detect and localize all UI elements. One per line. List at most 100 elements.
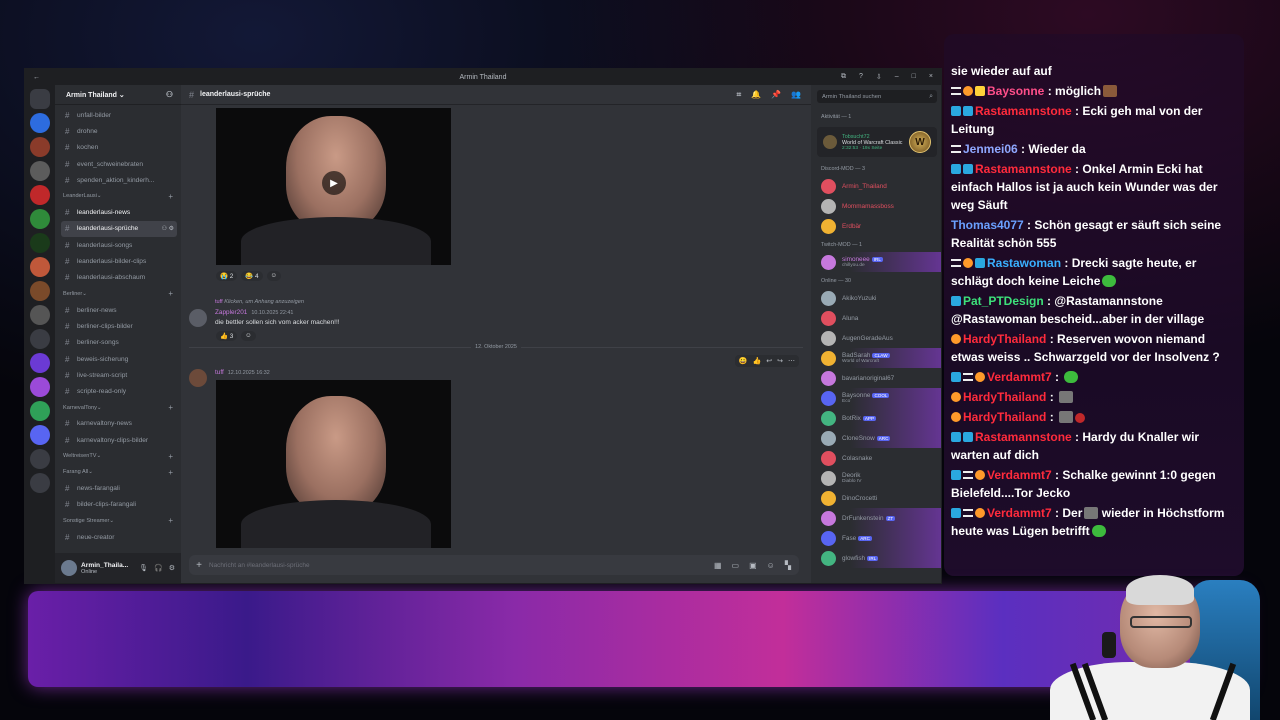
add-channel-icon[interactable]: + — [168, 452, 173, 461]
channel-kochen[interactable]: # kochen — [61, 140, 177, 156]
member-item[interactable]: DinoCrocetti — [811, 488, 941, 508]
server-8-icon[interactable] — [30, 281, 50, 301]
server-2-icon[interactable] — [30, 137, 50, 157]
mic-icon[interactable]: 🎙 — [139, 564, 148, 572]
chat-username[interactable]: Pat_PTDesign — [963, 294, 1044, 308]
member-item[interactable]: simoneee IRL chillyou.de — [811, 252, 941, 272]
channel-settings-icon[interactable]: ⚇ ⚙ — [162, 225, 174, 232]
channel-live-stream-script[interactable]: # live-stream-script — [61, 367, 177, 383]
chat-username[interactable]: HardyThailand — [963, 332, 1046, 346]
channel-spenden-aktion-kinderh-[interactable]: # spenden_aktion_kinderh... — [61, 172, 177, 188]
chat-username[interactable]: Rastawoman — [987, 256, 1061, 270]
member-item[interactable]: DrFunkenstein ZT — [811, 508, 941, 528]
chat-username[interactable]: Verdammt7 — [987, 506, 1052, 520]
gift-icon[interactable]: ▦ — [714, 561, 722, 570]
reaction-chip[interactable]: 👍 3 — [216, 331, 238, 341]
category-berliner[interactable]: Berliner ⌄ + — [61, 286, 177, 302]
apps-icon[interactable]: ▚ — [785, 561, 791, 570]
reply-user[interactable]: tuff — [215, 299, 223, 305]
message-input[interactable]: Nachricht an #leanderlausi-sprüche — [209, 562, 310, 569]
add-channel-icon[interactable]: + — [168, 289, 173, 298]
invite-icon[interactable]: ⚇ — [166, 90, 173, 99]
chat-username[interactable]: Jenmei06 — [963, 142, 1018, 156]
channel-leanderlausi-bilder-clips[interactable]: # leanderlausi-bilder-clips — [61, 253, 177, 269]
member-item[interactable]: Colasnake — [811, 448, 941, 468]
forward-icon[interactable]: ↪ — [777, 357, 783, 365]
channel-leanderlausi-abschaum[interactable]: # leanderlausi-abschaum — [61, 270, 177, 286]
channel-news-farangali[interactable]: # news-farangali — [61, 480, 177, 496]
channel-leanderlausi-news[interactable]: # leanderlausi-news — [61, 204, 177, 220]
channel-karnevaltony-clips-bilder[interactable]: # karnevaltony-clips-bilder — [61, 432, 177, 448]
activity-card[interactable]: Tobsucht72 World of Warcraft Classic 2:3… — [817, 127, 937, 157]
pin-icon[interactable]: 📌 — [771, 90, 781, 100]
channel-karnevaltony-news[interactable]: # karnevaltony-news — [61, 416, 177, 432]
add-channel-icon[interactable]: + — [168, 468, 173, 477]
channel-bilder-clips-farangali[interactable]: # bilder-clips-farangali — [61, 497, 177, 513]
member-item[interactable]: glowfish IRL — [811, 548, 941, 568]
reaction-chip[interactable]: 😂 4 — [241, 271, 263, 281]
channel-unfall-bilder[interactable]: # unfall-bilder — [61, 107, 177, 123]
channel-berliner-clips-bilder[interactable]: # berliner-clips-bilder — [61, 318, 177, 334]
chat-username[interactable]: Rastamannstone — [975, 104, 1072, 118]
channel-scripte-read-only[interactable]: # scripte-read-only — [61, 383, 177, 399]
member-item[interactable]: Fase ARC — [811, 528, 941, 548]
reaction-chip[interactable]: ☺ — [241, 331, 256, 341]
server-5-icon[interactable] — [30, 209, 50, 229]
channel-neue-creator[interactable]: # neue-creator — [61, 529, 177, 545]
server-3-icon[interactable] — [30, 161, 50, 181]
server-4-icon[interactable] — [30, 185, 50, 205]
gif-icon[interactable]: ▭ — [732, 561, 740, 570]
chat-username[interactable]: Rastamannstone — [975, 162, 1072, 176]
thumbs-up-icon[interactable]: 👍 — [753, 357, 762, 365]
member-item[interactable]: bavarianoriginal67 — [811, 368, 941, 388]
member-item[interactable]: Aluna — [811, 308, 941, 328]
chat-username[interactable]: HardyThailand — [963, 390, 1046, 404]
members-icon[interactable]: 👥 — [791, 90, 801, 100]
channel-leanderlausi-songs[interactable]: # leanderlausi-songs — [61, 237, 177, 253]
server-6-icon[interactable] — [30, 233, 50, 253]
server-10-icon[interactable] — [30, 329, 50, 349]
chat-username[interactable]: Baysonne — [987, 84, 1044, 98]
search-input[interactable]: Armin Thailand suchen ⌕ — [817, 90, 937, 103]
member-item[interactable]: Mommamassboss — [811, 196, 941, 216]
headphones-icon[interactable]: 🎧 — [154, 564, 163, 572]
reaction-chip[interactable]: 😭 2 — [216, 271, 238, 281]
add-server-icon[interactable] — [30, 449, 50, 469]
chat-username[interactable]: Verdammt7 — [987, 468, 1052, 482]
server-14-icon[interactable] — [30, 425, 50, 445]
server-13-icon[interactable] — [30, 401, 50, 421]
avatar[interactable] — [189, 309, 207, 327]
discord-home-icon[interactable] — [30, 89, 50, 109]
member-item[interactable]: AugenGeradeAus — [811, 328, 941, 348]
category-karnevaltony[interactable]: KarnevalTony ⌄ + — [61, 400, 177, 416]
chat-username[interactable]: Rastamannstone — [975, 430, 1072, 444]
channel-drohne[interactable]: # drohne — [61, 123, 177, 139]
guild-name[interactable]: Armin Thailand ⌄ — [66, 91, 125, 99]
add-attachment-icon[interactable]: + — [189, 560, 209, 571]
user-name[interactable]: Armin_Thaila... — [81, 562, 128, 569]
message-author[interactable]: Zappler201 — [215, 309, 247, 316]
chat-username[interactable]: Verdammt7 — [987, 370, 1052, 384]
user-avatar[interactable] — [61, 560, 77, 576]
avatar[interactable] — [189, 369, 207, 387]
server-11-icon[interactable] — [30, 353, 50, 373]
reply-preview[interactable]: tuff Klicken, um Anhang anzuzeigen — [215, 299, 304, 305]
reaction-chip[interactable]: ☺ — [266, 271, 282, 281]
category-leanderlausi[interactable]: LeanderLausi ⌄ + — [61, 188, 177, 204]
server-1-icon[interactable] — [30, 113, 50, 133]
reply-icon[interactable]: ↩ — [766, 357, 772, 365]
member-item[interactable]: Deorik Diablo IV — [811, 468, 941, 488]
add-channel-icon[interactable]: + — [168, 403, 173, 412]
member-item[interactable]: BadSarah CLAW World of Warcraft — [811, 348, 941, 368]
member-item[interactable]: CloneSnow ARC — [811, 428, 941, 448]
channel-leanderlausi-spr-che[interactable]: # leanderlausi-sprüche ⚇ ⚙ — [61, 220, 177, 238]
video-attachment-1[interactable]: ▶ — [216, 108, 451, 265]
channel-berliner-news[interactable]: # berliner-news — [61, 302, 177, 318]
threads-icon[interactable]: ⌗ — [737, 90, 742, 100]
more-icon[interactable]: ⋯ — [788, 357, 795, 365]
guild-header[interactable]: Armin Thailand ⌄ ⚇ — [55, 85, 181, 105]
search-icon[interactable]: ⌕ — [929, 93, 933, 101]
channel-event-schweinebraten[interactable]: # event_schweinebraten — [61, 156, 177, 172]
channel-berliner-songs[interactable]: # berliner-songs — [61, 335, 177, 351]
member-item[interactable]: BotRix APP — [811, 408, 941, 428]
